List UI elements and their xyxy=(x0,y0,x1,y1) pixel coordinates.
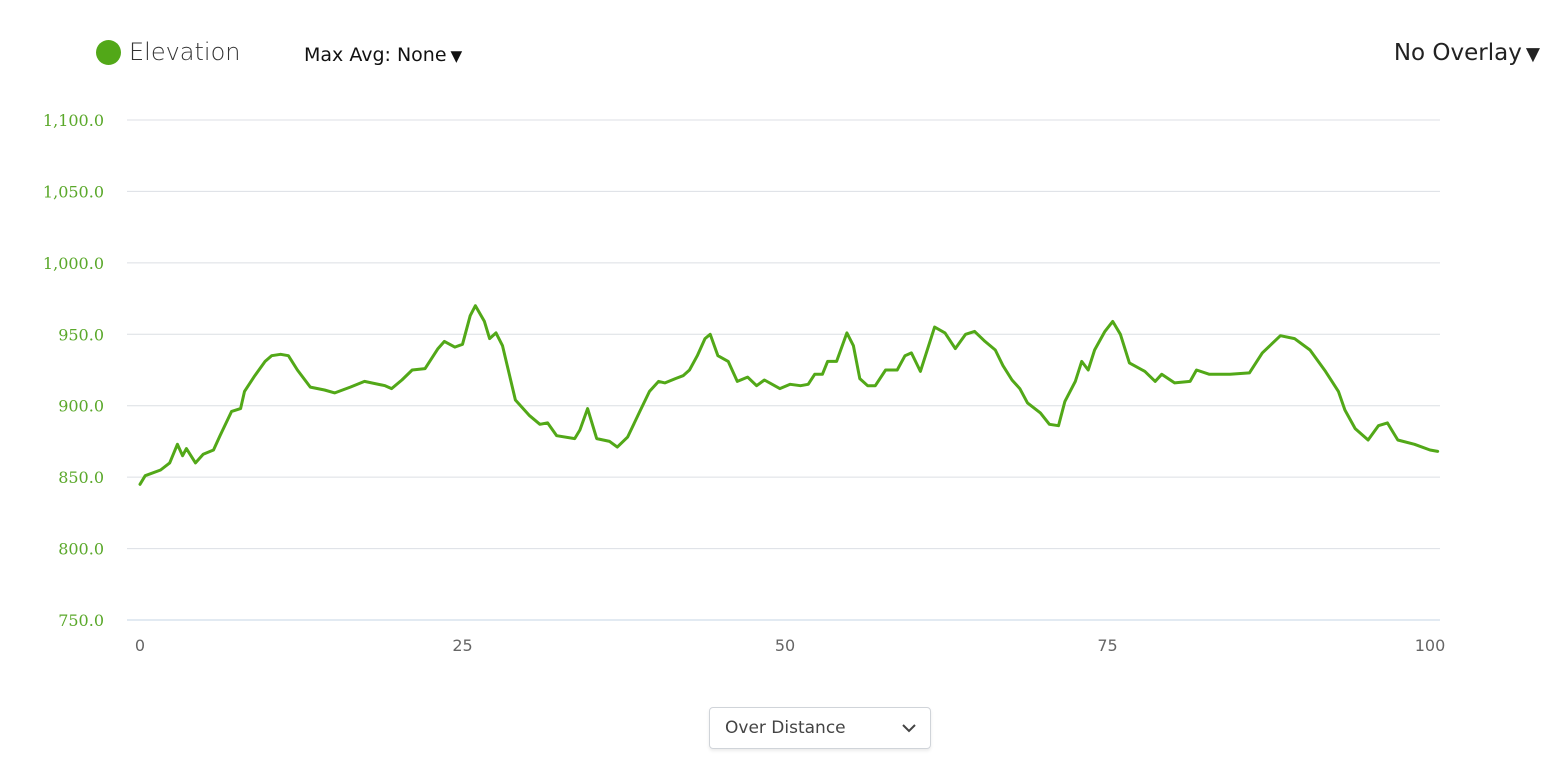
x-tick-label: 100 xyxy=(1415,636,1446,655)
y-tick-label: 900.0 xyxy=(58,397,104,416)
x-tick-label: 75 xyxy=(1097,636,1117,655)
mode-select-value: Over Distance xyxy=(725,718,846,738)
y-tick-label: 850.0 xyxy=(58,468,104,487)
y-tick-label: 1,000.0 xyxy=(43,254,104,273)
elevation-line xyxy=(138,304,1440,486)
elevation-chart: 750.0 800.0 850.0 900.0 950.0 1,000.0 1,050.0 1… xyxy=(43,111,1446,655)
y-tick-label: 950.0 xyxy=(58,325,104,344)
x-tick-label: 0 xyxy=(135,636,145,655)
x-tick-label: 25 xyxy=(452,636,472,655)
x-tick-label: 50 xyxy=(775,636,795,655)
chevron-down-icon xyxy=(902,724,916,733)
y-tick-label: 1,050.0 xyxy=(43,182,104,201)
mode-select[interactable]: Over Distance xyxy=(709,707,931,749)
y-tick-label: 1,100.0 xyxy=(43,111,104,130)
y-tick-label: 800.0 xyxy=(58,540,104,559)
y-tick-label: 750.0 xyxy=(58,611,104,630)
